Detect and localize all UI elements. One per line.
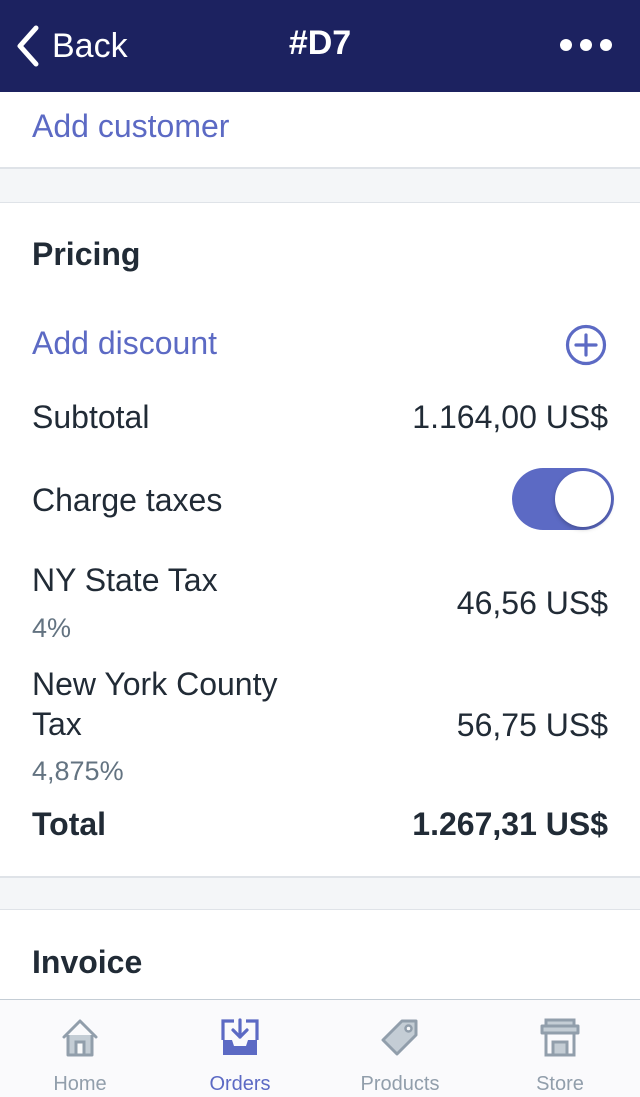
toggle-knob [555,471,611,527]
more-dot-icon [560,39,572,51]
back-button[interactable]: Back [14,22,128,70]
store-icon [540,1018,580,1057]
tax-rate-ny-county: 4,875% [32,756,124,786]
add-discount-link[interactable]: Add discount [32,325,217,362]
tax-name-ny-county: New York County Tax [32,666,278,742]
pricing-title: Pricing [32,236,141,272]
subtotal-value: 1.164,00 US$ [412,399,608,435]
add-discount-plus-icon[interactable] [565,324,607,366]
tab-home-label: Home [53,1073,107,1095]
tax-rate-ny-state: 4% [32,613,72,643]
back-label: Back [52,26,128,65]
tab-home[interactable]: Home [0,1000,160,1097]
tab-bar: Home Orders Products Store [0,999,640,1097]
navigation-bar: Back #D7 [0,0,640,92]
invoice-title: Invoice [32,944,143,980]
total-value: 1.267,31 US$ [412,806,608,842]
chevron-left-icon [17,25,39,67]
tab-orders[interactable]: Orders [160,1000,320,1097]
home-icon [62,1019,98,1057]
tab-orders-label: Orders [209,1073,271,1095]
tab-store[interactable]: Store [480,1000,640,1097]
charge-taxes-label: Charge taxes [32,482,223,518]
tax-amount-ny-state: 46,56 US$ [456,585,608,621]
tab-store-label: Store [536,1073,584,1095]
charge-taxes-toggle[interactable] [512,468,614,530]
more-options-button[interactable] [560,30,612,60]
tax-name-ny-state: NY State Tax [32,562,218,598]
add-customer-link[interactable]: Add customer [32,108,229,145]
customer-card: Add customer [0,92,640,169]
tag-icon [381,1019,418,1056]
more-dot-icon [580,39,592,51]
pricing-card: Pricing Add discount Subtotal 1.164,00 U… [0,202,640,878]
tab-products-label: Products [360,1073,440,1095]
tab-products[interactable]: Products [320,1000,480,1097]
more-dot-icon [600,39,612,51]
order-screen: Back #D7 Add customer Pricing Add discou… [0,0,640,1097]
total-label: Total [32,806,107,842]
tax-amount-ny-county: 56,75 US$ [456,707,608,743]
orders-icon [221,1018,259,1055]
subtotal-label: Subtotal [32,399,150,435]
